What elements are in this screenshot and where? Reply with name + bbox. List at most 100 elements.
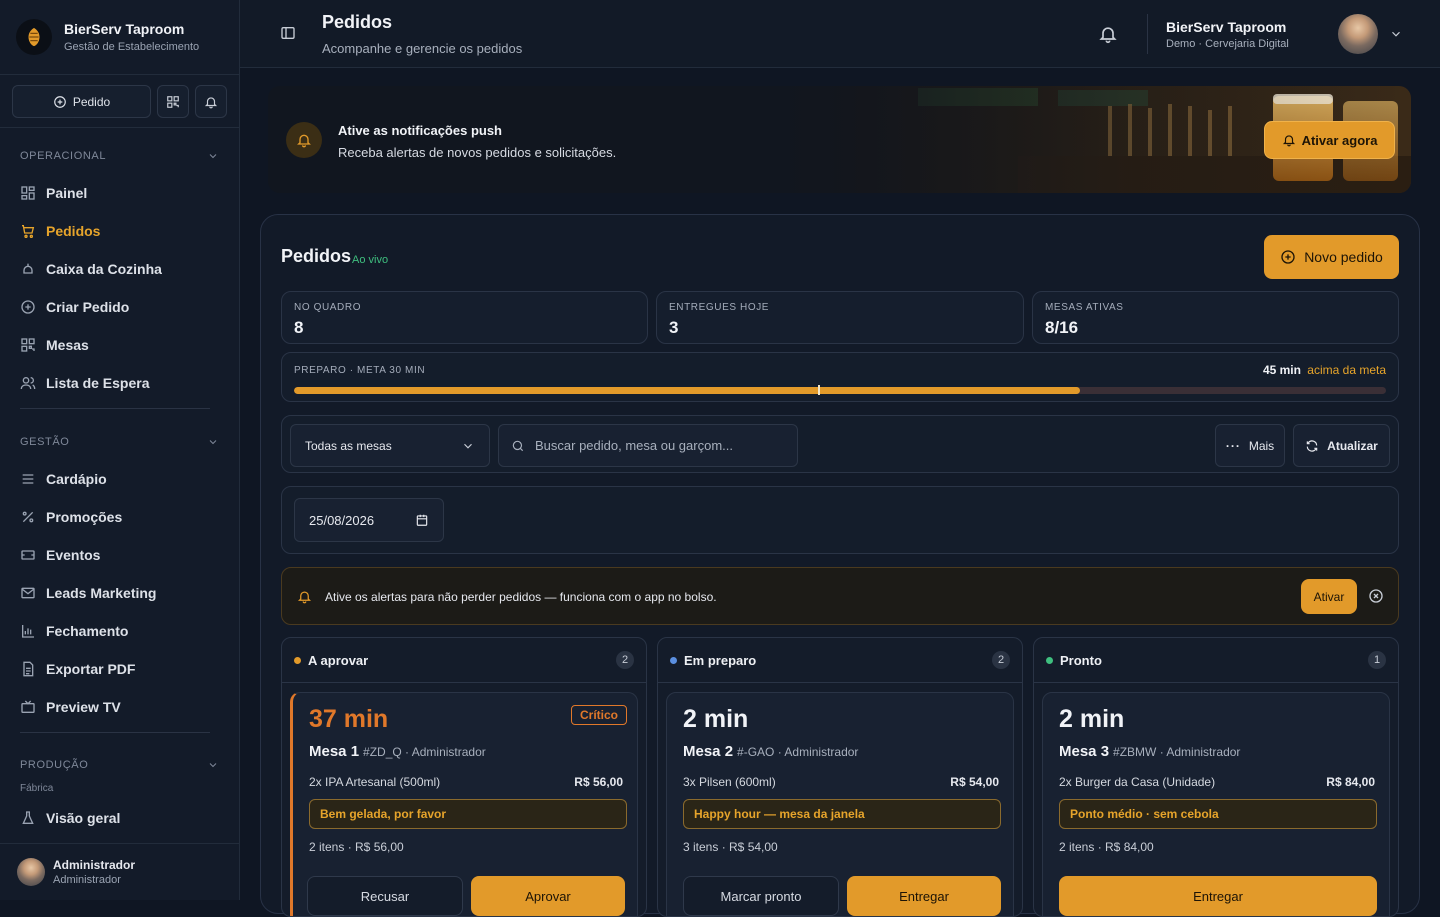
more-icon: ··· — [1225, 438, 1241, 453]
divider — [1147, 14, 1148, 54]
sidebar-item-painel[interactable]: Painel — [0, 174, 239, 212]
order-item: 2x Burger da Casa (Unidade) — [1059, 775, 1216, 789]
nav-section-gestao[interactable]: GESTÃO — [0, 432, 239, 452]
sidebar-item-criar-pedido[interactable]: Criar Pedido — [0, 288, 239, 326]
order-elapsed-time: 37 min — [309, 705, 389, 733]
nav-section-title: PRODUÇÃO — [20, 759, 89, 771]
sidebar-item-label: Fechamento — [46, 623, 129, 639]
sidebar-item-cardapio[interactable]: Cardápio — [0, 460, 239, 498]
refresh-button[interactable]: Atualizar — [1293, 424, 1390, 467]
column-header: Pronto 1 — [1034, 638, 1398, 683]
sidebar-item-caixa-cozinha[interactable]: Caixa da Cozinha — [0, 250, 239, 288]
plus-circle-icon — [1281, 250, 1295, 264]
bell-icon — [1099, 27, 1117, 44]
nav-section-producao[interactable]: PRODUÇÃO — [0, 755, 239, 775]
order-card[interactable]: 37 min Crítico Mesa 1 #ZD_Q · Administrad… — [290, 692, 638, 916]
percent-icon — [22, 511, 34, 523]
more-button[interactable]: ··· Mais — [1215, 424, 1285, 467]
alert-close-button[interactable] — [1368, 588, 1384, 604]
prep-goal-marker — [818, 385, 821, 395]
alert-banner: Ative os alertas para não perder pedidos… — [281, 567, 1399, 625]
approve-button[interactable]: Aprovar — [471, 876, 625, 916]
sidebar-item-mesas[interactable]: Mesas — [0, 326, 239, 364]
order-item-price: R$ 54,00 — [950, 775, 999, 789]
sidebar-item-label: Preview TV — [46, 699, 121, 715]
qr-code-button[interactable] — [157, 85, 189, 118]
column-a-aprovar: A aprovar 2 37 min Crítico Mesa 1 #ZD_Q ·… — [281, 637, 647, 917]
enable-push-button[interactable]: Ativar agora — [1264, 121, 1395, 159]
brand-subtitle: Gestão de Estabelecimento — [64, 41, 200, 53]
deliver-button[interactable]: Entregar — [847, 876, 1001, 916]
prep-label: PREPARO · META 30 MIN — [294, 365, 426, 376]
order-table-name: Mesa 1 — [309, 743, 360, 760]
order-meta: #ZBMW · Administrador — [1113, 745, 1241, 759]
status-dot — [670, 656, 677, 664]
table-filter-value: Todas as mesas — [305, 438, 392, 453]
column-count: 2 — [616, 651, 634, 669]
nav-section-title: OPERACIONAL — [20, 150, 107, 162]
account-name: BierServ Taproom — [1166, 19, 1287, 35]
quick-actions: Pedido — [0, 75, 239, 128]
sidebar-item-lista-espera[interactable]: Lista de Espera — [0, 364, 239, 402]
mail-icon — [21, 587, 35, 599]
sidebar-item-label: Leads Marketing — [46, 585, 157, 601]
table-filter-select[interactable]: Todas as mesas — [290, 424, 490, 467]
mark-ready-button[interactable]: Marcar pronto — [683, 876, 839, 916]
quick-new-order-label: Pedido — [72, 94, 111, 109]
order-card[interactable]: 2 min Mesa 3 #ZBMW · Administrador 2x Bur… — [1042, 692, 1390, 916]
order-note: Ponto médio · sem cebola — [1059, 799, 1377, 829]
prep-progress-track — [294, 387, 1386, 394]
sidebar-item-visao-geral[interactable]: Visão geral — [0, 799, 239, 837]
banner-title: Ative as notificações push — [338, 123, 502, 138]
order-summary: 3 itens · R$ 54,00 — [683, 840, 778, 854]
column-count: 1 — [1368, 651, 1386, 669]
sidebar-item-pedidos[interactable]: Pedidos — [0, 212, 239, 250]
account-menu-button[interactable] — [1389, 27, 1403, 41]
stat-value: 8 — [294, 318, 304, 337]
dashboard-icon — [21, 186, 35, 200]
sidebar-item-label: Criar Pedido — [46, 299, 130, 315]
sidebar-notifications-button[interactable] — [195, 85, 227, 118]
alert-enable-button[interactable]: Ativar — [1301, 579, 1357, 614]
order-item-price: R$ 84,00 — [1326, 775, 1375, 789]
brand[interactable]: BierServ Taproom Gestão de Estabelecimen… — [0, 0, 239, 75]
sidebar-item-label: Painel — [46, 185, 88, 201]
sidebar-item-leads[interactable]: Leads Marketing — [0, 574, 239, 612]
deliver-button[interactable]: Entregar — [1059, 876, 1377, 916]
bell-icon — [297, 134, 311, 148]
order-table-name: Mesa 2 — [683, 743, 734, 760]
sidebar-item-preview-tv[interactable]: Preview TV — [0, 688, 239, 726]
sidebar-item-fechamento[interactable]: Fechamento — [0, 612, 239, 650]
search-box[interactable]: Buscar pedido, mesa ou garçom... — [498, 424, 798, 467]
file-icon — [23, 661, 34, 677]
sidebar-toggle-button[interactable] — [280, 25, 296, 41]
order-card[interactable]: 2 min Mesa 2 #-GAO · Administrador 3x Pil… — [666, 692, 1014, 916]
reject-button[interactable]: Recusar — [307, 876, 463, 916]
new-order-button[interactable]: Novo pedido — [1264, 235, 1399, 279]
chevron-down-icon — [209, 763, 217, 768]
order-table: Mesa 2 #-GAO · Administrador — [683, 743, 858, 760]
account-avatar[interactable] — [1338, 14, 1378, 54]
stat-value: 8/16 — [1045, 318, 1079, 337]
orders-title: Pedidos — [281, 246, 352, 266]
order-elapsed-time: 2 min — [1059, 705, 1125, 733]
sidebar-item-exportar-pdf[interactable]: Exportar PDF — [0, 650, 239, 688]
order-summary: 2 itens · R$ 56,00 — [309, 840, 404, 854]
banner-overlay — [268, 86, 1411, 193]
quick-new-order-button[interactable]: Pedido — [12, 85, 151, 118]
chevron-down-icon — [209, 440, 217, 445]
notifications-button[interactable] — [1098, 24, 1118, 44]
sidebar-item-promocoes[interactable]: Promoções — [0, 498, 239, 536]
stat-label: MESAS ATIVAS — [1045, 302, 1124, 313]
sidebar-item-eventos[interactable]: Eventos — [0, 536, 239, 574]
column-title: A aprovar — [308, 652, 369, 668]
order-table: Mesa 1 #ZD_Q · Administrador — [309, 743, 486, 760]
nav-section-title: GESTÃO — [20, 436, 70, 448]
chevron-down-icon — [209, 154, 217, 159]
user-profile[interactable]: Administrador Administrador — [0, 843, 240, 900]
nav-section-operacional[interactable]: OPERACIONAL — [0, 146, 239, 166]
bar-chart-icon — [22, 625, 34, 638]
kitchen-icon — [23, 263, 33, 274]
column-title: Pronto — [1060, 652, 1102, 668]
date-input[interactable]: 25/08/2026 — [294, 498, 444, 542]
